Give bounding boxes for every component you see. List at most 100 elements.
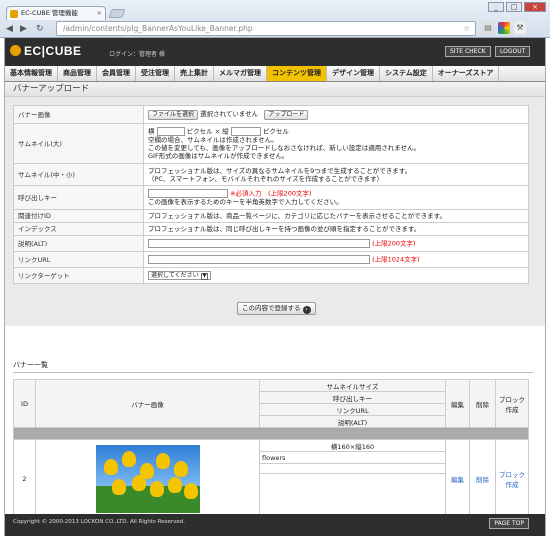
eccube-logo: EC|CUBE	[10, 44, 82, 58]
site-check-button[interactable]: SITE CHECK	[445, 46, 491, 57]
file-status: 選択されていません	[200, 109, 259, 118]
file-select-button[interactable]: ファイルを選択	[148, 109, 199, 120]
back-icon[interactable]: ◀	[6, 24, 13, 34]
banner-thumbnail	[95, 444, 200, 513]
thumb-width-input[interactable]	[156, 127, 185, 136]
index-note: プロフェッショナル版は、同じ呼び出しキーを持つ画像の並び順を指定することができま…	[143, 222, 529, 236]
row-url	[259, 463, 446, 474]
close-window-button[interactable]: ×	[524, 2, 546, 12]
edit-link[interactable]: 編集	[451, 476, 464, 484]
pixel-x-label: ピクセル × 縦	[186, 127, 229, 136]
col-block: ブロック作成	[495, 379, 529, 428]
thumb-mid-note-2: （PC、スマートフォン、モバイルそれぞれのサイズを作成することができます）	[148, 174, 384, 183]
save-button[interactable]: この内容で登録する ›	[237, 302, 316, 315]
url-input[interactable]	[148, 255, 370, 264]
url-text: /admin/contents/plg_BannerAsYouLike_Bann…	[63, 24, 253, 33]
row-block[interactable]: ブロック作成	[495, 439, 529, 518]
target-cell: 選択してください ▼	[143, 267, 529, 284]
thumb-mid-cell: プロフェッショナル版は、サイズの異なるサムネイルを9つまで生成することができます…	[143, 163, 529, 186]
menu-system[interactable]: システム設定	[380, 66, 433, 81]
block-create-link[interactable]: ブロック作成	[499, 471, 525, 489]
col-id: ID	[13, 379, 36, 428]
banner-image-cell: ファイルを選択 選択されていません アップロード	[143, 105, 529, 124]
logo-text: EC|CUBE	[24, 44, 82, 58]
save-button-label: この内容で登録する	[242, 304, 301, 312]
page-top-button[interactable]: PAGE TOP	[489, 518, 529, 529]
width-label: 横	[148, 127, 155, 136]
callkey-label: 呼び出しキー	[13, 185, 144, 210]
callkey-note: この画像を表示するためのキーを半角英数字で入力してください。	[148, 198, 343, 206]
menu-sales[interactable]: 売上集計	[175, 66, 214, 81]
alt-cell: (上限200文字)	[143, 235, 529, 252]
form-area: バナー画像 ファイルを選択 選択されていません アップロード サムネイル(大) …	[5, 97, 545, 326]
minimize-button[interactable]: _	[488, 2, 504, 12]
window-controls: _ □ ×	[488, 2, 546, 12]
target-select[interactable]: 選択してください ▼	[148, 271, 212, 280]
alt-label: 説明(ALT)	[13, 235, 144, 252]
url-cell: (上限1024文字)	[143, 251, 529, 268]
menu-design[interactable]: デザイン管理	[327, 66, 380, 81]
thumb-height-input[interactable]	[230, 127, 261, 136]
col-url: リンクURL	[259, 403, 446, 416]
browser-tab[interactable]: EC-CUBE 管理機能 ×	[6, 6, 106, 20]
alt-input[interactable]	[148, 239, 370, 248]
menu-owners-store[interactable]: オーナーズストア	[433, 66, 500, 81]
menu-products[interactable]: 商品管理	[58, 66, 97, 81]
menu-orders[interactable]: 受注管理	[136, 66, 175, 81]
favicon-icon	[10, 10, 18, 18]
bookmark-star-icon[interactable]: ☆	[463, 22, 470, 35]
upload-button[interactable]: アップロード	[264, 109, 309, 120]
delete-link[interactable]: 削除	[476, 476, 489, 484]
admin-footer: Copyright © 2000-2013 LOCKON CO.,LTD. Al…	[5, 514, 545, 536]
col-edit: 編集	[445, 379, 470, 428]
thumb-note-2: この値を変更しても、画像をアップロードしなおさなければ、新しい設定は適用されませ…	[148, 144, 421, 152]
url-limit: (上限1024文字)	[372, 255, 420, 264]
row-id: 2	[13, 439, 36, 518]
col-image: バナー画像	[35, 379, 260, 428]
thumb-large-cell: 横 ピクセル × 縦 ピクセル 空欄の場合、サムネイルは作成されません。 この値…	[143, 123, 529, 164]
col-alt: 説明(ALT)	[259, 415, 446, 428]
pixel-label: ピクセル	[262, 127, 289, 136]
address-bar[interactable]: /admin/contents/plg_BannerAsYouLike_Bann…	[56, 21, 476, 36]
new-tab-button[interactable]	[108, 9, 126, 18]
row-image	[35, 439, 260, 518]
chevron-down-icon: ▼	[200, 273, 209, 280]
page-icon[interactable]: ▤	[482, 22, 494, 34]
admin-header: EC|CUBE ログイン：管理者 様 SITE CHECK LOGOUT	[5, 38, 545, 66]
wrench-icon[interactable]: ⚒	[514, 22, 526, 34]
callkey-cell: ※必須入力 (上限200文字) この画像を表示するためのキーを半角英数字で入力し…	[143, 185, 529, 210]
arrow-right-icon: ›	[302, 306, 311, 314]
callkey-required: ※必須入力 (上限200文字)	[230, 189, 312, 198]
tab-close-icon[interactable]: ×	[97, 7, 102, 20]
thumb-note-3: GIF形式の画像はサムネイルが作成できません。	[148, 152, 289, 160]
thumb-large-label: サムネイル(大)	[13, 123, 144, 164]
index-label: インデックス	[13, 222, 144, 236]
separator-cell	[13, 427, 529, 440]
row-delete[interactable]: 削除	[469, 439, 496, 518]
main-menu: 基本情報管理 商品管理 会員管理 受注管理 売上集計 メルマガ管理 コンテンツ管…	[5, 66, 545, 82]
extension-icon[interactable]	[498, 22, 510, 34]
menu-contents[interactable]: コンテンツ管理	[267, 66, 327, 81]
url-label: リンクURL	[13, 251, 144, 268]
forward-icon[interactable]: ▶	[20, 24, 27, 34]
page-title: バナーアップロード	[5, 82, 545, 97]
logout-button[interactable]: LOGOUT	[495, 46, 531, 57]
menu-mailmag[interactable]: メルマガ管理	[214, 66, 267, 81]
separator-row	[13, 427, 529, 440]
row-thumb-size: 横160×縦160	[259, 439, 446, 452]
banner-list-table: ID バナー画像 サムネイルサイズ 編集 削除 ブロック作成 呼び出しキー リン…	[13, 379, 529, 518]
related-id-note: プロフェッショナル版は、商品一覧ページに、カテゴリに応じたバナーを表示させること…	[143, 209, 529, 223]
thumb-mid-label: サムネイル(中・小)	[13, 163, 144, 186]
save-area: この内容で登録する ›	[13, 292, 537, 326]
logo-mark-icon	[10, 45, 21, 56]
maximize-button[interactable]: □	[506, 2, 522, 12]
login-user: ログイン：管理者 様	[109, 51, 165, 58]
admin-app: EC|CUBE ログイン：管理者 様 SITE CHECK LOGOUT 基本情…	[4, 38, 546, 536]
banner-list-title: バナー一覧	[13, 360, 533, 373]
reload-icon[interactable]: ↻	[36, 24, 44, 34]
row-edit[interactable]: 編集	[445, 439, 470, 518]
col-thumb-size: サムネイルサイズ	[259, 379, 446, 392]
menu-basic-info[interactable]: 基本情報管理	[5, 66, 58, 81]
menu-customers[interactable]: 会員管理	[97, 66, 136, 81]
callkey-input[interactable]	[148, 189, 228, 198]
